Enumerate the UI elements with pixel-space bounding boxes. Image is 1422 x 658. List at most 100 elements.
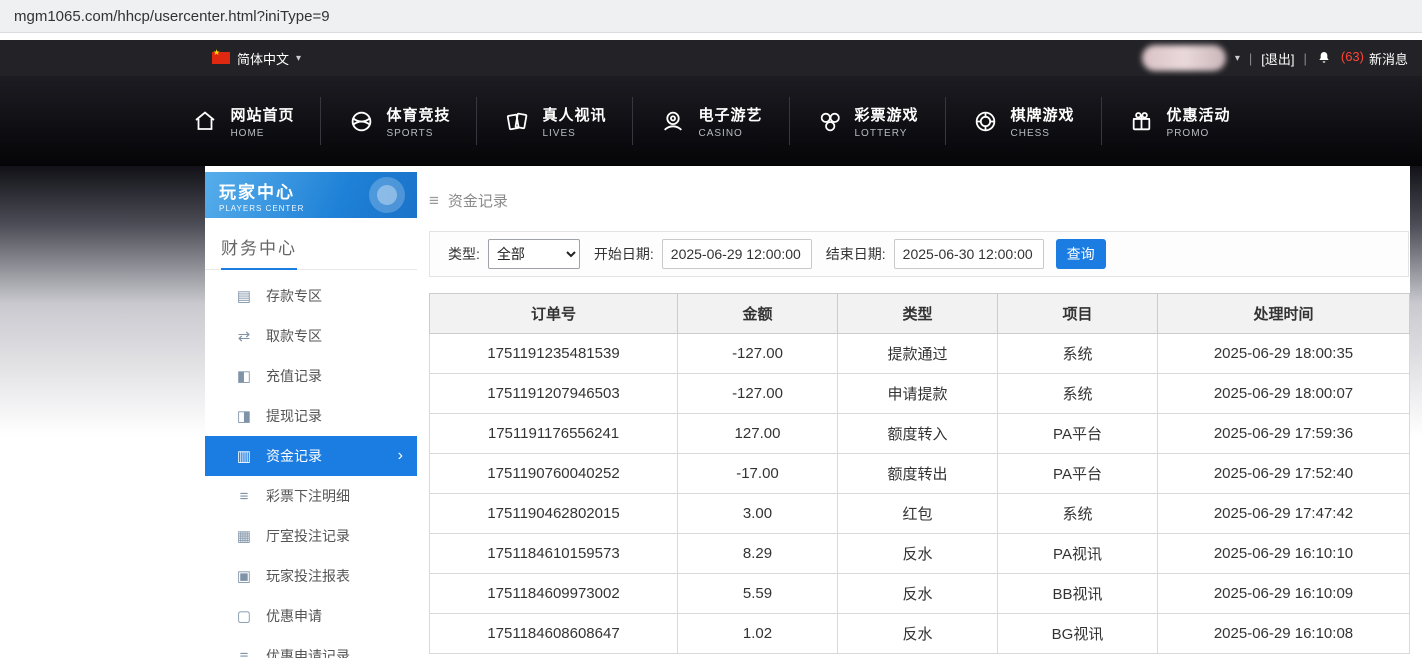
language-selector[interactable]: ★ 简体中文 ▾ [212, 49, 301, 68]
divider: | [1303, 51, 1306, 66]
end-date-input[interactable] [894, 239, 1044, 269]
cell-type: 反水 [838, 614, 998, 654]
language-label: 简体中文 [237, 49, 289, 68]
table-row: 1751190760040252 -17.00 额度转出 PA平台 2025-0… [430, 454, 1410, 494]
sidebar-item-label: 提现记录 [266, 406, 322, 426]
cell-project: PA视讯 [998, 534, 1158, 574]
cell-type: 红包 [838, 494, 998, 534]
chess-icon [972, 108, 1000, 134]
sidebar-item-promo-record[interactable]: ≡ 优惠申请记录› [205, 636, 417, 658]
cell-amount: -127.00 [678, 374, 838, 414]
sidebar-item-funds-record[interactable]: ▥ 资金记录› [205, 436, 417, 476]
sidebar-menu: ▤ 存款专区› ⇄ 取款专区› ◧ 充值记录› ◨ 提现记录› ▥ 资金记录 [205, 270, 417, 658]
main-content: ≡ 资金记录 类型: 全部 开始日期: 结束日期: 查询 订单号 [417, 166, 1410, 658]
logout-link[interactable]: [退出] [1261, 49, 1294, 68]
sidebar-item-withdrawal-record[interactable]: ◨ 提现记录› [205, 396, 417, 436]
cell-order-id: 1751190760040252 [430, 454, 678, 494]
nav-item-promo[interactable]: 优惠活动PROMO [1101, 97, 1257, 145]
deposit-icon: ▤ [235, 287, 253, 305]
nav-item-sports[interactable]: 体育竞技SPORTS [320, 97, 476, 145]
cell-order-id: 1751191207946503 [430, 374, 678, 414]
chevron-down-icon[interactable]: ▾ [1235, 53, 1240, 64]
sidebar-item-deposit[interactable]: ▤ 存款专区› [205, 276, 417, 316]
cell-project: 系统 [998, 374, 1158, 414]
sidebar-item-label: 资金记录 [266, 446, 322, 466]
table-row: 1751191235481539 -127.00 提款通过 系统 2025-06… [430, 334, 1410, 374]
cell-time: 2025-06-29 18:00:07 [1158, 374, 1410, 414]
finance-center-heading: 财务中心 [221, 234, 297, 270]
sidebar-item-label: 优惠申请记录 [266, 646, 350, 658]
sidebar-item-label: 玩家投注报表 [266, 566, 350, 586]
start-date-input[interactable] [662, 239, 812, 269]
recharge-record-icon: ◧ [235, 367, 253, 385]
nav-item-home[interactable]: 网站首页HOME [165, 97, 320, 145]
cell-time: 2025-06-29 17:52:40 [1158, 454, 1410, 494]
lottery-icon [816, 108, 844, 134]
player-report-icon: ▣ [235, 567, 253, 585]
cell-amount: 127.00 [678, 414, 838, 454]
messages-link[interactable]: (63) 新消息 [1341, 49, 1408, 68]
sidebar-item-label: 取款专区 [266, 326, 322, 346]
cell-project: PA平台 [998, 454, 1158, 494]
sports-icon [347, 108, 375, 134]
funds-record-table: 订单号 金额 类型 项目 处理时间 1751191235481539 -127.… [429, 293, 1410, 654]
cards-icon [503, 108, 531, 134]
nav-item-chess[interactable]: 棋牌游戏CHESS [945, 97, 1101, 145]
cell-order-id: 1751190462802015 [430, 494, 678, 534]
nav-item-lives[interactable]: 真人视讯LIVES [476, 97, 632, 145]
message-count-badge: (63) [1341, 49, 1364, 68]
type-label: 类型: [448, 244, 480, 264]
cell-amount: -127.00 [678, 334, 838, 374]
sidebar-item-label: 厅室投注记录 [266, 526, 350, 546]
table-row: 1751184609973002 5.59 反水 BB视讯 2025-06-29… [430, 574, 1410, 614]
sidebar-item-hall-bets[interactable]: ▦ 厅室投注记录› [205, 516, 417, 556]
chevron-down-icon: ▾ [296, 53, 301, 64]
cell-type: 申请提款 [838, 374, 998, 414]
sidebar-item-label: 充值记录 [266, 366, 322, 386]
content-container: 玩家中心 PLAYERS CENTER 财务中心 ▤ 存款专区› ⇄ 取款专区›… [205, 166, 1410, 658]
col-type: 类型 [838, 294, 998, 334]
start-date-label: 开始日期: [594, 244, 654, 264]
cell-type: 额度转出 [838, 454, 998, 494]
col-project: 项目 [998, 294, 1158, 334]
sidebar-item-recharge-record[interactable]: ◧ 充值记录› [205, 356, 417, 396]
cell-time: 2025-06-29 16:10:09 [1158, 574, 1410, 614]
page-body: 玩家中心 PLAYERS CENTER 财务中心 ▤ 存款专区› ⇄ 取款专区›… [0, 166, 1422, 658]
browser-address-bar[interactable]: mgm1065.com/hhcp/usercenter.html?iniType… [0, 0, 1422, 33]
withdraw-icon: ⇄ [235, 327, 253, 345]
nav-item-lottery[interactable]: 彩票游戏LOTTERY [789, 97, 945, 145]
nav-item-casino[interactable]: 电子游艺CASINO [632, 97, 788, 145]
bell-icon[interactable] [1316, 50, 1332, 66]
sidebar-item-promo-apply[interactable]: ▢ 优惠申请› [205, 596, 417, 636]
spacer [0, 33, 1422, 40]
search-button[interactable]: 查询 [1056, 239, 1106, 269]
cell-type: 额度转入 [838, 414, 998, 454]
cell-order-id: 1751191176556241 [430, 414, 678, 454]
cell-amount: 1.02 [678, 614, 838, 654]
cell-order-id: 1751184608608647 [430, 614, 678, 654]
account-tools: ▾ | [退出] | (63) 新消息 [1142, 45, 1408, 71]
type-select[interactable]: 全部 [488, 239, 580, 269]
cell-project: 系统 [998, 494, 1158, 534]
withdrawal-record-icon: ◨ [235, 407, 253, 425]
top-utility-bar: ★ 简体中文 ▾ ▾ | [退出] | (63) 新消息 [0, 40, 1422, 76]
cell-time: 2025-06-29 17:47:42 [1158, 494, 1410, 534]
lottery-bets-icon: ≡ [235, 488, 253, 505]
sidebar-item-player-report[interactable]: ▣ 玩家投注报表› [205, 556, 417, 596]
cell-time: 2025-06-29 16:10:08 [1158, 614, 1410, 654]
sidebar-item-lottery-bets[interactable]: ≡ 彩票下注明细› [205, 476, 417, 516]
cell-amount: 5.59 [678, 574, 838, 614]
sidebar-item-label: 存款专区 [266, 286, 322, 306]
sidebar-item-withdraw[interactable]: ⇄ 取款专区› [205, 316, 417, 356]
promo-record-icon: ≡ [235, 648, 253, 658]
cell-amount: 8.29 [678, 534, 838, 574]
cell-project: BG视讯 [998, 614, 1158, 654]
sidebar-section-header: 财务中心 [205, 218, 417, 270]
col-order-id: 订单号 [430, 294, 678, 334]
table-header-row: 订单号 金额 类型 项目 处理时间 [430, 294, 1410, 334]
filter-bar: 类型: 全部 开始日期: 结束日期: 查询 [429, 231, 1409, 277]
cell-project: PA平台 [998, 414, 1158, 454]
end-date-label: 结束日期: [826, 244, 886, 264]
cell-project: BB视讯 [998, 574, 1158, 614]
funds-record-icon: ▥ [235, 447, 253, 465]
